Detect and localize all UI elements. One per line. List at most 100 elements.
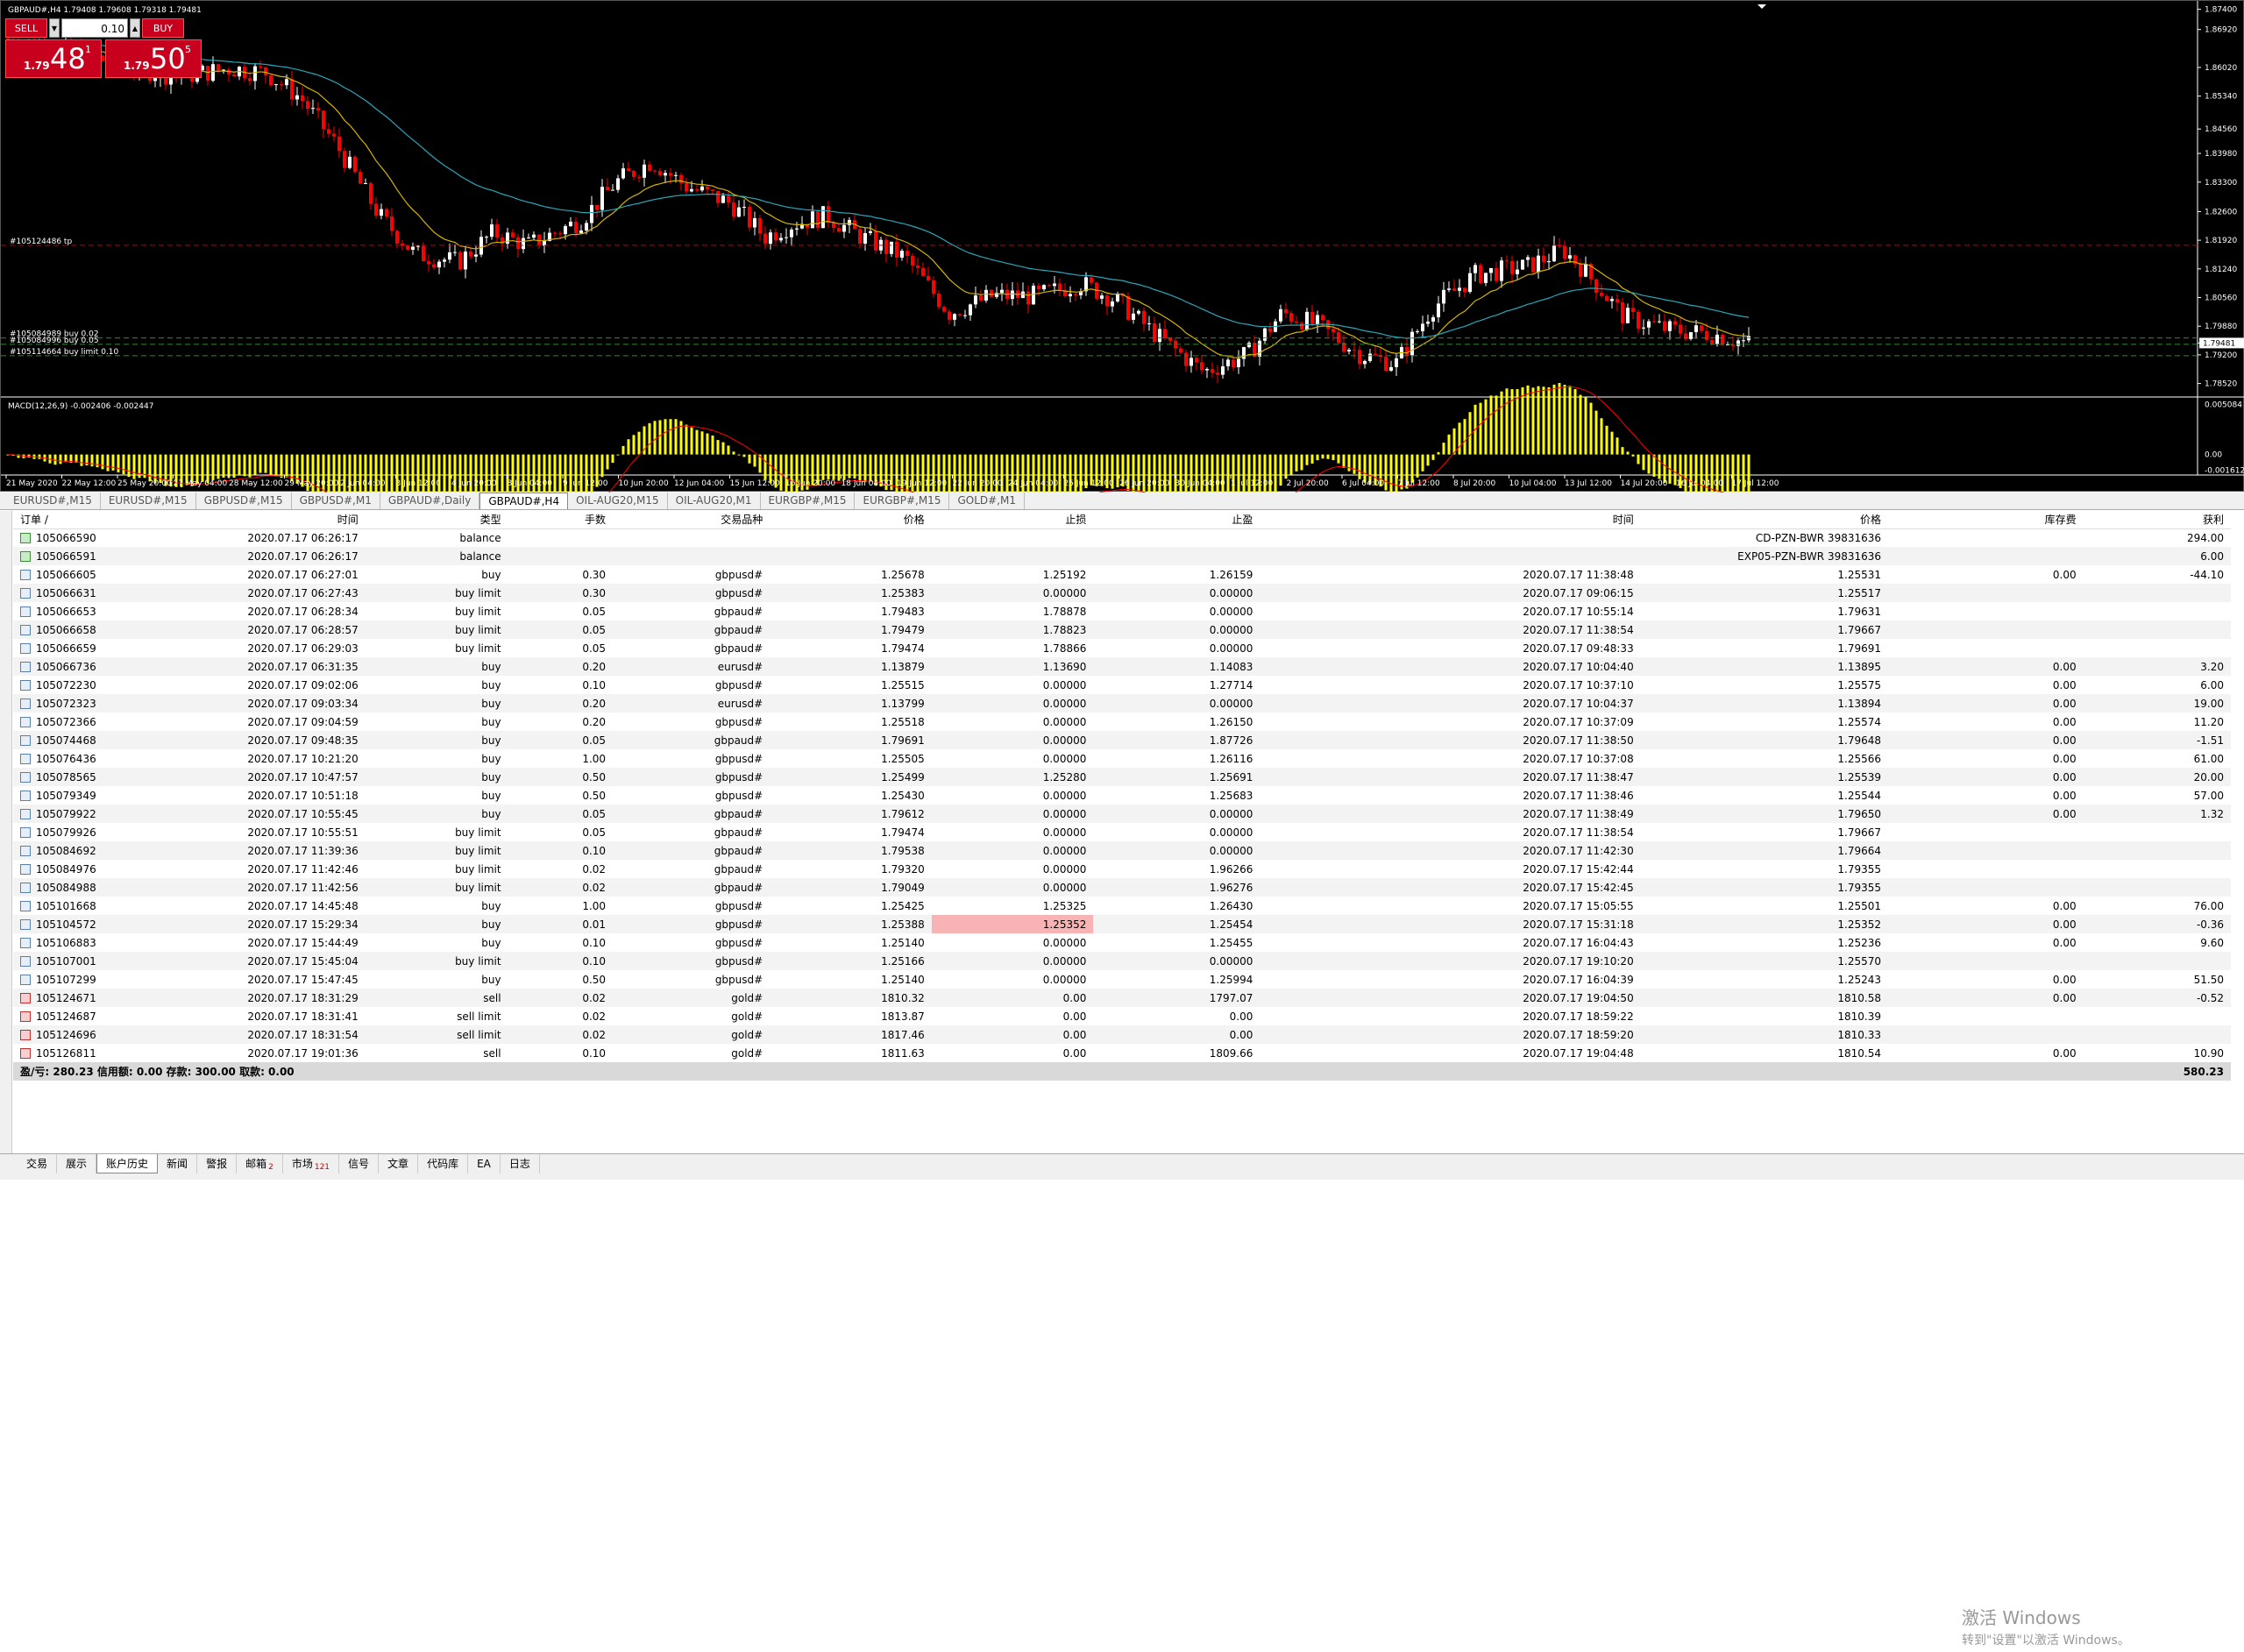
candle-bear: [322, 110, 325, 130]
lot-decrease-button[interactable]: ▼: [49, 18, 60, 38]
buy-price-button[interactable]: 1.79 50 5: [105, 39, 202, 78]
column-header[interactable]: 库存费: [1888, 511, 2084, 529]
terminal-tab[interactable]: 市场 121: [283, 1154, 340, 1173]
lot-increase-button[interactable]: ▲: [130, 18, 140, 38]
table-row[interactable]: 105066605 2020.07.17 06:27:01 buy 0.30 gbpus…: [13, 565, 2231, 584]
table-row[interactable]: 105106883 2020.07.17 15:44:49 buy 0.10 gbpus…: [13, 933, 2231, 952]
table-cell: 1.25570: [1640, 952, 1889, 970]
chart-tab[interactable]: GBPAUD#,H4: [479, 493, 569, 509]
table-row[interactable]: 105066631 2020.07.17 06:27:43 buy limit 0.3…: [13, 584, 2231, 602]
table-row[interactable]: 105124696 2020.07.17 18:31:54 sell limit 0.…: [13, 1025, 2231, 1044]
table-row[interactable]: 105084692 2020.07.17 11:39:36 buy limit 0.1…: [13, 841, 2231, 860]
table-row[interactable]: 105079349 2020.07.17 10:51:18 buy 0.50 gbpus…: [13, 786, 2231, 805]
chart-tab[interactable]: EURGBP#,M15: [761, 493, 856, 509]
terminal-tab[interactable]: 代码库: [418, 1154, 469, 1173]
column-header[interactable]: 止盈: [1093, 511, 1260, 529]
time-tick-label: 4 Jun 20:00: [451, 479, 497, 488]
candle-bear: [937, 294, 941, 308]
chart-tab[interactable]: GOLD#,M1: [949, 493, 1025, 509]
column-header[interactable]: 止损: [931, 511, 1094, 529]
candle-bull: [600, 187, 604, 210]
terminal-tab[interactable]: 日志: [501, 1154, 540, 1173]
terminal-tab[interactable]: 信号: [339, 1154, 380, 1173]
table-row[interactable]: 105066591 2020.07.17 06:26:17 balance EXP05…: [13, 547, 2231, 565]
candle-bear: [695, 188, 699, 191]
chart-tab[interactable]: EURUSD#,M15: [101, 493, 196, 509]
price-tick-label: 1.79880: [2205, 323, 2237, 331]
column-header[interactable]: 交易品种: [613, 511, 770, 529]
terminal-tab[interactable]: 邮箱 2: [237, 1154, 283, 1173]
macd-histogram-bar: [863, 454, 867, 483]
table-row[interactable]: 105078565 2020.07.17 10:47:57 buy 0.50 gbpus…: [13, 768, 2231, 786]
column-header[interactable]: 时间: [141, 511, 366, 529]
sell-button[interactable]: SELL: [5, 18, 47, 38]
table-cell: 6.00: [2083, 547, 2231, 565]
order-id: 105106883: [36, 936, 96, 949]
terminal-side-strip[interactable]: [0, 511, 12, 1153]
table-row[interactable]: 105124687 2020.07.17 18:31:41 sell limit 0.…: [13, 1007, 2231, 1025]
table-row[interactable]: 105101668 2020.07.17 14:45:48 buy 1.00 gbpus…: [13, 897, 2231, 915]
table-row[interactable]: 105084976 2020.07.17 11:42:46 buy limit 0.0…: [13, 860, 2231, 878]
chart-tab[interactable]: OIL-AUG20,M1: [668, 493, 761, 509]
candle-bear: [1216, 372, 1219, 375]
table-row[interactable]: 105072323 2020.07.17 09:03:34 buy 0.20 eurus…: [13, 694, 2231, 713]
chart-tab[interactable]: GBPUSD#,M15: [196, 493, 292, 509]
table-row[interactable]: 105107299 2020.07.17 15:47:45 buy 0.50 gbpus…: [13, 970, 2231, 989]
table-row[interactable]: 105072230 2020.07.17 09:02:06 buy 0.10 gbpus…: [13, 676, 2231, 694]
chart-tab[interactable]: EURUSD#,M15: [5, 493, 101, 509]
column-header[interactable]: 价格: [1640, 511, 1889, 529]
candle-bear: [1705, 330, 1708, 340]
chart-tab[interactable]: EURGBP#,M15: [855, 493, 950, 509]
order-icon: [20, 698, 31, 709]
table-row[interactable]: 105076436 2020.07.17 10:21:20 buy 1.00 gbpus…: [13, 749, 2231, 768]
table-row[interactable]: 105104572 2020.07.17 15:29:34 buy 0.01 gbpus…: [13, 915, 2231, 933]
column-header[interactable]: 类型: [365, 511, 508, 529]
lot-size-input[interactable]: 0.10: [61, 18, 128, 38]
order-id-cell: 105106883: [13, 933, 142, 952]
terminal-tab[interactable]: EA: [468, 1154, 501, 1173]
terminal-tab[interactable]: 文章: [379, 1154, 419, 1173]
chart-tab[interactable]: GBPUSD#,M1: [292, 493, 380, 509]
table-row[interactable]: 105124671 2020.07.17 18:31:29 sell 0.02 gold…: [13, 989, 2231, 1007]
candle-bull: [1263, 328, 1267, 341]
order-icon: [20, 1010, 31, 1022]
terminal-tab[interactable]: 账户历史: [96, 1154, 159, 1173]
buy-price-prefix: 1.79: [124, 60, 150, 72]
column-header[interactable]: 手数: [508, 511, 614, 529]
macd-histogram-bar: [385, 454, 388, 493]
table-cell: 1.25425: [881, 899, 925, 912]
chart-canvas[interactable]: GBPAUD#,H4 1.79408 1.79608 1.79318 1.794…: [1, 1, 2244, 493]
table-row[interactable]: 105126811 2020.07.17 19:01:36 sell 0.10 gold…: [13, 1044, 2231, 1062]
table-row[interactable]: 105079926 2020.07.17 10:55:51 buy limit 0.0…: [13, 823, 2231, 841]
table-row[interactable]: 105066659 2020.07.17 06:29:03 buy limit 0.0…: [13, 639, 2231, 657]
column-header[interactable]: 获利: [2083, 511, 2231, 529]
macd-histogram-bar: [1484, 399, 1488, 455]
table-row[interactable]: 105066658 2020.07.17 06:28:57 buy limit 0.0…: [13, 620, 2231, 639]
table-row[interactable]: 105066736 2020.07.17 06:31:35 buy 0.20 eurus…: [13, 657, 2231, 676]
column-header[interactable]: 价格: [770, 511, 932, 529]
column-header[interactable]: 时间: [1260, 511, 1641, 529]
column-header[interactable]: 订单 /: [13, 511, 142, 529]
table-cell: 1.79474: [881, 826, 925, 839]
terminal-tab[interactable]: 警报: [197, 1154, 238, 1173]
terminal-tab[interactable]: 新闻: [158, 1154, 198, 1173]
price-chart[interactable]: GBPAUD#,H4 1.79408 1.79608 1.79318 1.794…: [0, 0, 2244, 493]
candle-bull: [1389, 366, 1393, 371]
sell-price-prefix: 1.79: [24, 60, 50, 72]
buy-button[interactable]: BUY: [142, 18, 184, 38]
candle-bull: [1658, 321, 1661, 323]
sell-price-button[interactable]: 1.79 48 1: [5, 39, 102, 78]
table-row[interactable]: 105066590 2020.07.17 06:26:17 balance CD-PZ…: [13, 528, 2231, 547]
table-row[interactable]: 105074468 2020.07.17 09:48:35 buy 0.05 gbpau…: [13, 731, 2231, 749]
table-row[interactable]: 105079922 2020.07.17 10:55:45 buy 0.05 gbpau…: [13, 805, 2231, 823]
table-cell: 2020.07.17 18:31:54: [141, 1025, 366, 1044]
table-row[interactable]: 105066653 2020.07.17 06:28:34 buy limit 0.0…: [13, 602, 2231, 620]
terminal-tab[interactable]: 展示: [57, 1154, 97, 1173]
candle-bull: [585, 223, 588, 230]
table-row[interactable]: 105084988 2020.07.17 11:42:56 buy limit 0.0…: [13, 878, 2231, 897]
table-row[interactable]: 105072366 2020.07.17 09:04:59 buy 0.20 gbpus…: [13, 713, 2231, 731]
chart-tab[interactable]: GBPAUD#,Daily: [380, 493, 480, 509]
table-row[interactable]: 105107001 2020.07.17 15:45:04 buy limit 0.1…: [13, 952, 2231, 970]
chart-tab[interactable]: OIL-AUG20,M15: [568, 493, 668, 509]
terminal-tab[interactable]: 交易: [18, 1154, 58, 1173]
